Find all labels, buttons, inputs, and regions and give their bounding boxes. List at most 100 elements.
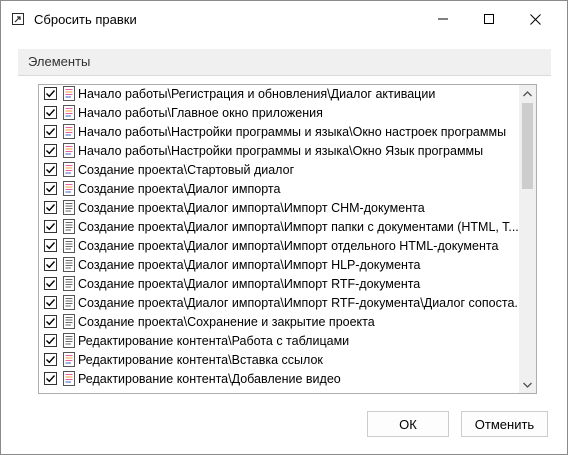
list-item[interactable]: Редактирование контента\Работа с таблица…	[39, 332, 519, 351]
doc-plain-icon	[63, 200, 75, 215]
list-item[interactable]: Начало работы\Главное окно приложения	[39, 104, 519, 123]
item-checkbox[interactable]	[44, 87, 57, 100]
checkmark-icon	[46, 147, 56, 155]
vertical-scrollbar[interactable]	[519, 85, 536, 393]
scroll-thumb[interactable]	[522, 103, 533, 189]
item-checkbox[interactable]	[44, 201, 57, 214]
doc-colored-icon	[63, 162, 75, 177]
doc-colored-icon	[63, 143, 75, 158]
doc-colored-icon	[63, 124, 75, 139]
item-checkbox[interactable]	[44, 239, 57, 252]
checkmark-icon	[46, 299, 56, 307]
item-checkbox[interactable]	[44, 125, 57, 138]
item-checkbox[interactable]	[44, 258, 57, 271]
checkmark-icon	[46, 261, 56, 269]
close-button[interactable]	[512, 1, 558, 37]
elements-list-items: Начало работы\Регистрация и обновления\Д…	[39, 85, 519, 393]
doc-plain-icon	[63, 276, 75, 291]
close-icon	[529, 13, 541, 25]
ok-button[interactable]: ОК	[367, 411, 449, 437]
elements-group-header: Элементы	[18, 49, 551, 76]
doc-plain-icon	[63, 295, 75, 310]
doc-colored-icon	[63, 181, 75, 196]
list-item[interactable]: Редактирование контента\Добавление видео	[39, 370, 519, 389]
item-checkbox[interactable]	[44, 182, 57, 195]
window-title: Сбросить правки	[34, 12, 137, 27]
checkmark-icon	[46, 90, 56, 98]
doc-plain-icon	[63, 314, 75, 329]
item-checkbox[interactable]	[44, 296, 57, 309]
checkmark-icon	[46, 318, 56, 326]
list-item[interactable]: Создание проекта\Диалог импорта	[39, 180, 519, 199]
list-item-label: Редактирование контента\Вставка ссылок	[78, 353, 323, 367]
maximize-button[interactable]	[466, 1, 512, 37]
list-item[interactable]: Создание проекта\Диалог импорта\Импорт R…	[39, 275, 519, 294]
scroll-down-button[interactable]	[519, 376, 536, 393]
doc-colored-icon	[63, 86, 75, 101]
checkmark-icon	[46, 223, 56, 231]
list-item[interactable]: Создание проекта\Сохранение и закрытие п…	[39, 313, 519, 332]
cancel-button[interactable]: Отменить	[461, 411, 548, 437]
doc-plain-icon	[63, 219, 75, 234]
elements-header-label: Элементы	[28, 54, 91, 69]
doc-colored-icon	[63, 371, 75, 386]
checkmark-icon	[46, 185, 56, 193]
list-item-label: Создание проекта\Сохранение и закрытие п…	[78, 315, 375, 329]
list-item-label: Начало работы\Регистрация и обновления\Д…	[78, 87, 436, 101]
item-checkbox[interactable]	[44, 353, 57, 366]
item-checkbox[interactable]	[44, 106, 57, 119]
checkmark-icon	[46, 375, 56, 383]
list-item[interactable]: Создание проекта\Диалог импорта\Импорт C…	[39, 199, 519, 218]
list-item-label: Начало работы\Настройки программы и язык…	[78, 144, 484, 158]
doc-plain-icon	[63, 238, 75, 253]
maximize-icon	[484, 14, 494, 24]
item-checkbox[interactable]	[44, 315, 57, 328]
list-item-label: Создание проекта\Стартовый диалог	[78, 163, 295, 177]
list-item[interactable]: Создание проекта\Диалог импорта\Импорт о…	[39, 237, 519, 256]
item-checkbox[interactable]	[44, 277, 57, 290]
item-checkbox[interactable]	[44, 334, 57, 347]
checkmark-icon	[46, 204, 56, 212]
list-item[interactable]: Создание проекта\Диалог импорта\Импорт H…	[39, 256, 519, 275]
list-item[interactable]: Создание проекта\Стартовый диалог	[39, 161, 519, 180]
chevron-up-icon	[523, 90, 532, 96]
list-item-label: Создание проекта\Диалог импорта\Импорт о…	[78, 239, 499, 253]
list-item[interactable]: Редактирование контента\Вставка ссылок	[39, 351, 519, 370]
item-checkbox[interactable]	[44, 220, 57, 233]
list-item-label: Создание проекта\Диалог импорта	[78, 182, 281, 196]
doc-plain-icon	[63, 333, 75, 348]
checkmark-icon	[46, 109, 56, 117]
list-item[interactable]: Начало работы\Регистрация и обновления\Д…	[39, 85, 519, 104]
checkmark-icon	[46, 128, 56, 136]
list-item-label: Редактирование контента\Добавление видео	[78, 372, 341, 386]
checkmark-icon	[46, 166, 56, 174]
list-item-label: Редактирование контента\Работа с таблица…	[78, 334, 350, 348]
checkmark-icon	[46, 356, 56, 364]
checkmark-icon	[46, 337, 56, 345]
doc-colored-icon	[63, 105, 75, 120]
app-icon	[12, 13, 24, 25]
list-item-label: Создание проекта\Диалог импорта\Импорт R…	[78, 277, 421, 291]
elements-list[interactable]: Начало работы\Регистрация и обновления\Д…	[38, 84, 537, 394]
checkmark-icon	[46, 280, 56, 288]
list-item-label: Создание проекта\Диалог импорта\Импорт п…	[78, 220, 519, 234]
list-item[interactable]: Создание проекта\Диалог импорта\Импорт п…	[39, 218, 519, 237]
list-item-label: Начало работы\Настройки программы и язык…	[78, 125, 507, 139]
list-item-label: Создание проекта\Диалог импорта\Импорт C…	[78, 201, 425, 215]
list-item[interactable]: Создание проекта\Диалог импорта\Импорт R…	[39, 294, 519, 313]
scroll-up-button[interactable]	[519, 85, 536, 102]
list-item-label: Начало работы\Главное окно приложения	[78, 106, 323, 120]
item-checkbox[interactable]	[44, 144, 57, 157]
list-item-label: Создание проекта\Диалог импорта\Импорт R…	[78, 296, 519, 310]
chevron-down-icon	[523, 382, 532, 388]
doc-colored-icon	[63, 352, 75, 367]
title-bar: Сбросить правки	[1, 1, 567, 37]
list-item-label: Создание проекта\Диалог импорта\Импорт H…	[78, 258, 421, 272]
item-checkbox[interactable]	[44, 372, 57, 385]
item-checkbox[interactable]	[44, 163, 57, 176]
reset-edits-dialog: Сбросить правки Элементы Начало работы\Р…	[0, 0, 568, 455]
list-item[interactable]: Начало работы\Настройки программы и язык…	[39, 123, 519, 142]
list-item[interactable]: Начало работы\Настройки программы и язык…	[39, 142, 519, 161]
minimize-button[interactable]	[420, 1, 466, 37]
checkmark-icon	[46, 242, 56, 250]
